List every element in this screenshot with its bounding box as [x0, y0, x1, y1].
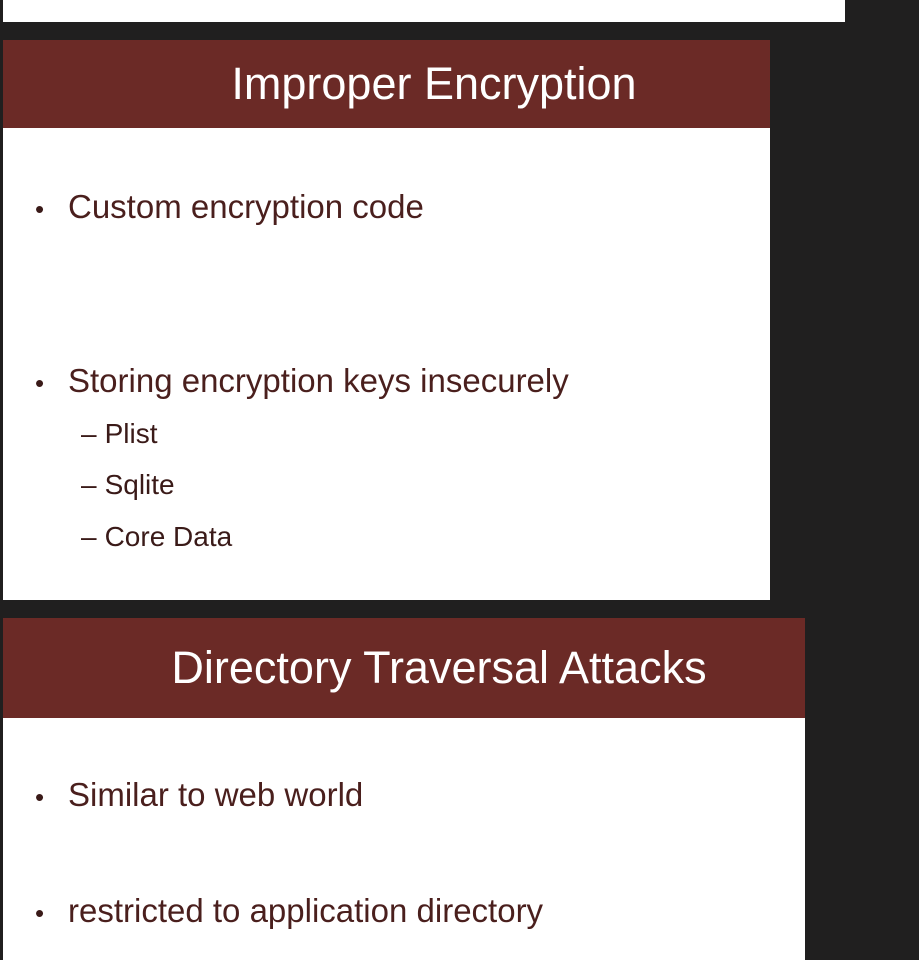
previous-slide-fragment — [3, 0, 845, 22]
dash-icon: – — [81, 521, 97, 552]
bullet-item: • restricted to application directory — [3, 892, 543, 930]
bullet-text: Custom encryption code — [68, 188, 424, 225]
dash-icon: – — [81, 418, 97, 449]
slide-title: Directory Traversal Attacks — [171, 642, 707, 693]
sub-bullet-item: – Sqlite — [81, 469, 175, 501]
sub-bullet-text: Sqlite — [104, 469, 175, 500]
sub-bullet-text: Core Data — [104, 521, 233, 552]
sub-bullet-item: – Core Data — [81, 521, 232, 553]
slide-viewer: Improper Encryption • Custom encryption … — [0, 0, 919, 960]
dash-icon: – — [81, 469, 97, 500]
slide-directory-traversal[interactable]: Directory Traversal Attacks • Similar to… — [3, 618, 805, 960]
bullet-dot-icon: • — [35, 782, 45, 812]
bullet-dot-icon: • — [35, 194, 45, 224]
bullet-text: restricted to application directory — [68, 892, 544, 929]
slide-title: Improper Encryption — [231, 58, 637, 109]
slide-title-bar: Directory Traversal Attacks — [3, 618, 805, 718]
bullet-text: Storing encryption keys insecurely — [68, 362, 569, 399]
slide-title-bar: Improper Encryption — [3, 40, 770, 128]
bullet-text: Similar to web world — [68, 776, 364, 813]
bullet-dot-icon: • — [35, 898, 45, 928]
bullet-dot-icon: • — [35, 368, 45, 398]
sub-bullet-text: Plist — [104, 418, 158, 449]
bullet-item: • Custom encryption code — [3, 188, 424, 226]
sub-bullet-item: – Plist — [81, 418, 157, 450]
bullet-item: • Storing encryption keys insecurely — [3, 362, 569, 400]
slide-improper-encryption[interactable]: Improper Encryption • Custom encryption … — [3, 40, 770, 600]
bullet-item: • Similar to web world — [3, 776, 363, 814]
